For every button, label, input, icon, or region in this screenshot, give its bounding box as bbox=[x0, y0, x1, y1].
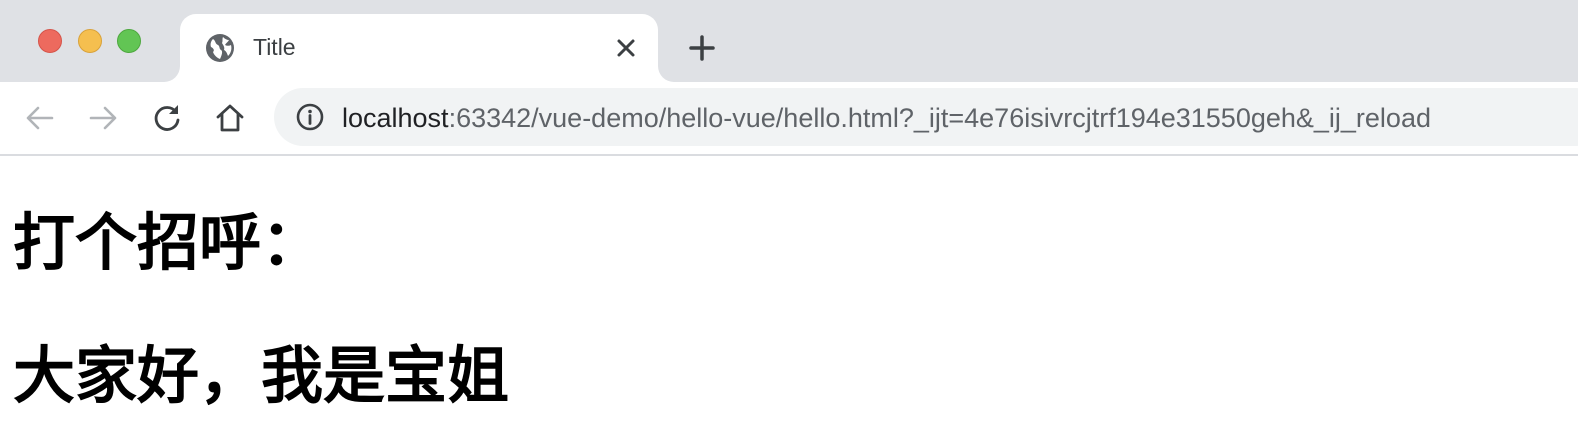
home-icon[interactable] bbox=[212, 100, 248, 136]
tab-active[interactable]: Title bbox=[180, 14, 658, 82]
close-icon[interactable] bbox=[612, 34, 640, 62]
arrow-right-icon[interactable] bbox=[85, 100, 121, 136]
browser-window: Title localhost:63342/vue-demo/hello-vue… bbox=[0, 0, 1578, 438]
url-host: localhost bbox=[342, 103, 449, 133]
message-heading: 大家好，我是宝姐 bbox=[13, 339, 510, 412]
url-text[interactable]: localhost:63342/vue-demo/hello-vue/hello… bbox=[342, 102, 1431, 134]
address-bar[interactable]: localhost:63342/vue-demo/hello-vue/hello… bbox=[274, 88, 1578, 146]
arrow-left-icon[interactable] bbox=[22, 100, 58, 136]
window-minimize-button[interactable] bbox=[78, 29, 102, 53]
page-content: 打个招呼： 大家好，我是宝姐 bbox=[0, 156, 1578, 438]
tab-title: Title bbox=[253, 34, 296, 60]
tab-strip: Title bbox=[0, 0, 1578, 82]
window-maximize-button[interactable] bbox=[117, 29, 141, 53]
globe-icon bbox=[206, 34, 234, 62]
window-close-button[interactable] bbox=[38, 29, 62, 53]
reload-icon[interactable] bbox=[149, 100, 185, 136]
info-icon[interactable] bbox=[294, 101, 326, 133]
greeting-heading: 打个招呼： bbox=[13, 206, 324, 279]
plus-icon[interactable] bbox=[686, 32, 718, 64]
url-path: :63342/vue-demo/hello-vue/hello.html?_ij… bbox=[448, 103, 1431, 133]
browser-toolbar: localhost:63342/vue-demo/hello-vue/hello… bbox=[0, 82, 1578, 156]
